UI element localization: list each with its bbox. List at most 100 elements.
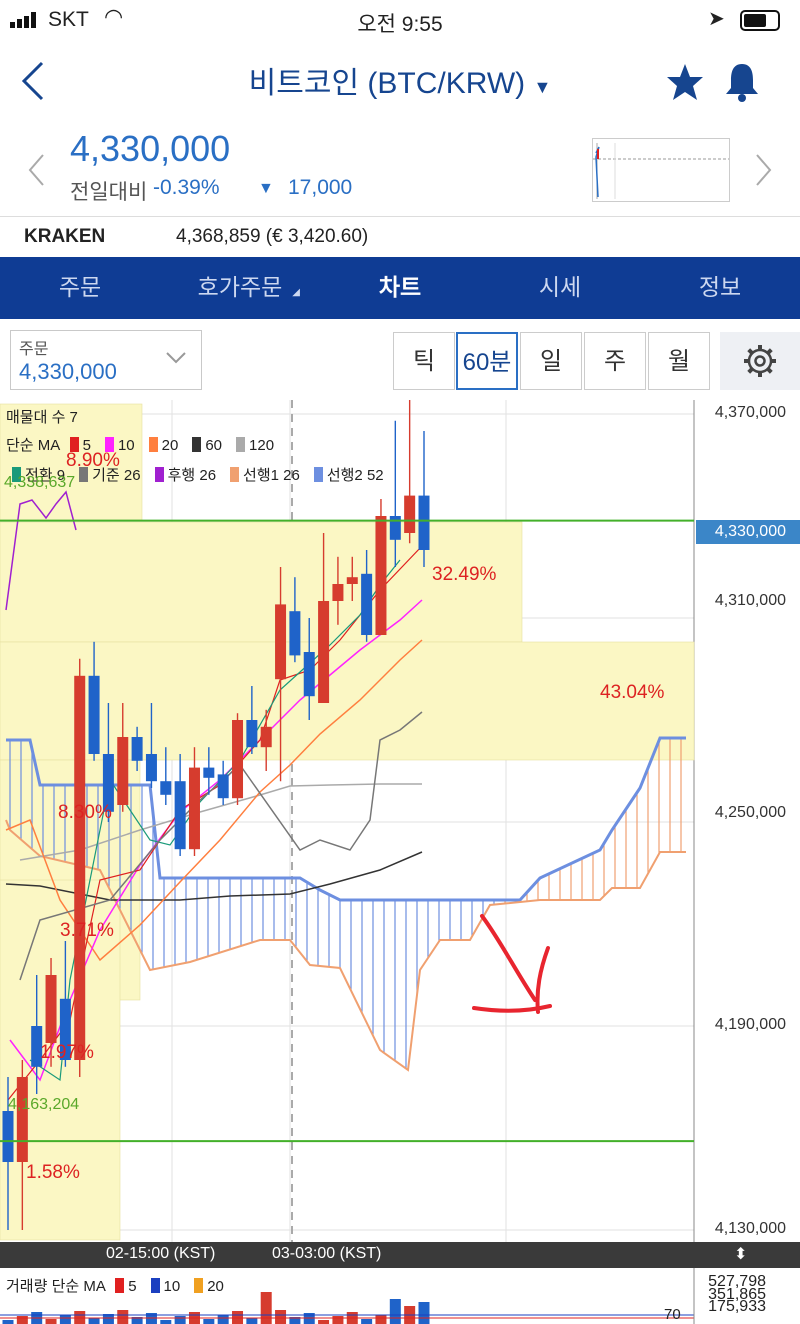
change-percent: -0.39% <box>153 176 220 199</box>
alarm-button[interactable] <box>722 60 762 102</box>
volume-legend-label: 10 <box>163 1278 181 1295</box>
current-price-tag: 4,330,000 <box>696 520 800 544</box>
volume-bar <box>332 1316 344 1324</box>
volume-profile-label: 매물대 수 7 <box>6 409 78 426</box>
profile-percent: 32.49% <box>432 564 497 585</box>
candle-body <box>174 781 186 850</box>
status-bar: SKT ◠ 오전 9:55 ➤ <box>0 0 800 40</box>
volume-profile-zone <box>0 641 695 761</box>
ma-legend: 단순 MA 5 10 20 60 120 <box>6 434 282 455</box>
candle-body <box>346 577 358 584</box>
candlestick-chart[interactable] <box>0 400 800 1324</box>
ma-legend-swatch <box>192 437 202 452</box>
ma-legend-label: 단순 MA <box>6 437 60 454</box>
location-icon: ➤ <box>708 8 725 30</box>
ma-legend-swatch <box>148 437 158 452</box>
candle-body <box>45 975 57 1043</box>
clock: 오전 9:55 <box>357 13 443 36</box>
ichimoku-legend-label: 선행1 26 <box>243 467 300 484</box>
resize-handle-icon[interactable]: ⬍ <box>734 1244 747 1264</box>
bell-icon <box>726 64 758 102</box>
profile-percent: 43.04% <box>600 682 665 703</box>
exchange-name: KRAKEN <box>24 226 106 247</box>
candle-body <box>203 767 215 778</box>
tab-quote-order-label: 호가주문 <box>197 274 283 300</box>
y-tick: 4,370,000 <box>714 404 786 421</box>
tab-info[interactable]: 정보 <box>640 257 800 319</box>
period-tick[interactable]: 틱 <box>393 332 455 390</box>
volume-bar <box>203 1319 215 1324</box>
change-amount: 17,000 <box>288 176 353 199</box>
ma-legend-label: 120 <box>249 437 275 454</box>
volume-legend-label: 5 <box>128 1278 137 1295</box>
x-tick: 02-15:00 (KST) <box>106 1245 216 1262</box>
volume-corner-value: 70 <box>664 1306 681 1323</box>
period-month[interactable]: 월 <box>648 332 710 390</box>
mini-chart[interactable] <box>592 138 730 202</box>
candle-body <box>260 726 272 748</box>
candle-body <box>188 767 200 850</box>
volume-bar <box>217 1315 229 1324</box>
battery-icon <box>740 10 780 31</box>
volume-bar <box>16 1316 28 1324</box>
star-icon <box>667 64 703 100</box>
candle-body <box>375 516 387 635</box>
high-price-mark: 4,338,637 <box>4 474 76 491</box>
tab-chart[interactable]: 차트 <box>320 257 480 319</box>
candle-body <box>217 774 229 799</box>
volume-bar <box>275 1310 287 1324</box>
chevron-left-icon <box>28 154 44 186</box>
favorite-star-button[interactable] <box>665 62 705 102</box>
profile-percent: 1.58% <box>26 1162 80 1183</box>
hand-drawn-arrow <box>472 914 552 1014</box>
candle-body <box>404 495 416 533</box>
y-tick: 4,310,000 <box>714 592 786 609</box>
volume-bar <box>389 1299 401 1324</box>
tab-order[interactable]: 주문 <box>0 257 160 319</box>
current-price: 4,330,000 <box>70 128 231 169</box>
ichimoku-legend-swatch <box>154 467 164 482</box>
order-value: 4,330,000 <box>19 359 117 384</box>
volume-legend: 거래량 단순 MA 5 10 20 <box>6 1275 232 1296</box>
volume-bar <box>246 1318 258 1324</box>
period-week[interactable]: 주 <box>584 332 646 390</box>
x-axis-bar: 02-15:00 (KST) 03-03:00 (KST) ⬍ <box>0 1242 800 1268</box>
order-price-dropdown[interactable]: 주문 4,330,000 <box>10 330 202 390</box>
candle-body <box>117 737 129 805</box>
profile-percent: 1.97% <box>40 1042 94 1063</box>
volume-bar <box>2 1320 14 1324</box>
volume-bar <box>375 1315 387 1324</box>
volume-bar <box>318 1320 330 1324</box>
chart-settings-button[interactable] <box>720 332 800 390</box>
y-tick: 4,130,000 <box>714 1220 786 1237</box>
exchange-price: 4,368,859 (€ 3,420.60) <box>176 226 369 247</box>
volume-bar <box>88 1318 100 1324</box>
period-day[interactable]: 일 <box>520 332 582 390</box>
ichimoku-legend-swatch <box>230 467 240 482</box>
gear-icon <box>744 345 776 377</box>
tab-market[interactable]: 시세 <box>480 257 640 319</box>
y-tick: 4,250,000 <box>714 804 786 821</box>
volume-bar <box>160 1320 172 1324</box>
next-item-button[interactable] <box>752 152 774 188</box>
ma-legend-label: 60 <box>205 437 223 454</box>
candle-body <box>332 584 344 601</box>
volume-legend-swatch <box>150 1278 160 1293</box>
ichimoku-legend-swatch <box>313 467 323 482</box>
ichimoku-legend-label: 선행2 52 <box>326 467 384 484</box>
chart-area[interactable]: 매물대 수 7 단순 MA 5 10 20 60 120 전환 9 기준 26 후행 26 선… <box>0 400 800 1324</box>
low-price-mark: 4,163,204 <box>8 1096 80 1113</box>
prev-item-button[interactable] <box>26 152 48 188</box>
candle-body <box>418 495 430 550</box>
profile-percent: 3.71% <box>60 920 114 941</box>
down-arrow-icon: ▼ <box>258 180 274 197</box>
period-60min[interactable]: 60분 <box>456 332 518 390</box>
tab-quote-order[interactable]: 호가주문 ◢ <box>160 257 320 319</box>
volume-bar <box>117 1310 129 1324</box>
candle-body <box>145 754 157 782</box>
candle-body <box>131 737 143 761</box>
volume-bar <box>361 1319 373 1324</box>
volume-bar <box>260 1292 272 1324</box>
volume-legend-swatch <box>115 1278 125 1293</box>
corner-triangle-icon: ◢ <box>292 287 300 298</box>
